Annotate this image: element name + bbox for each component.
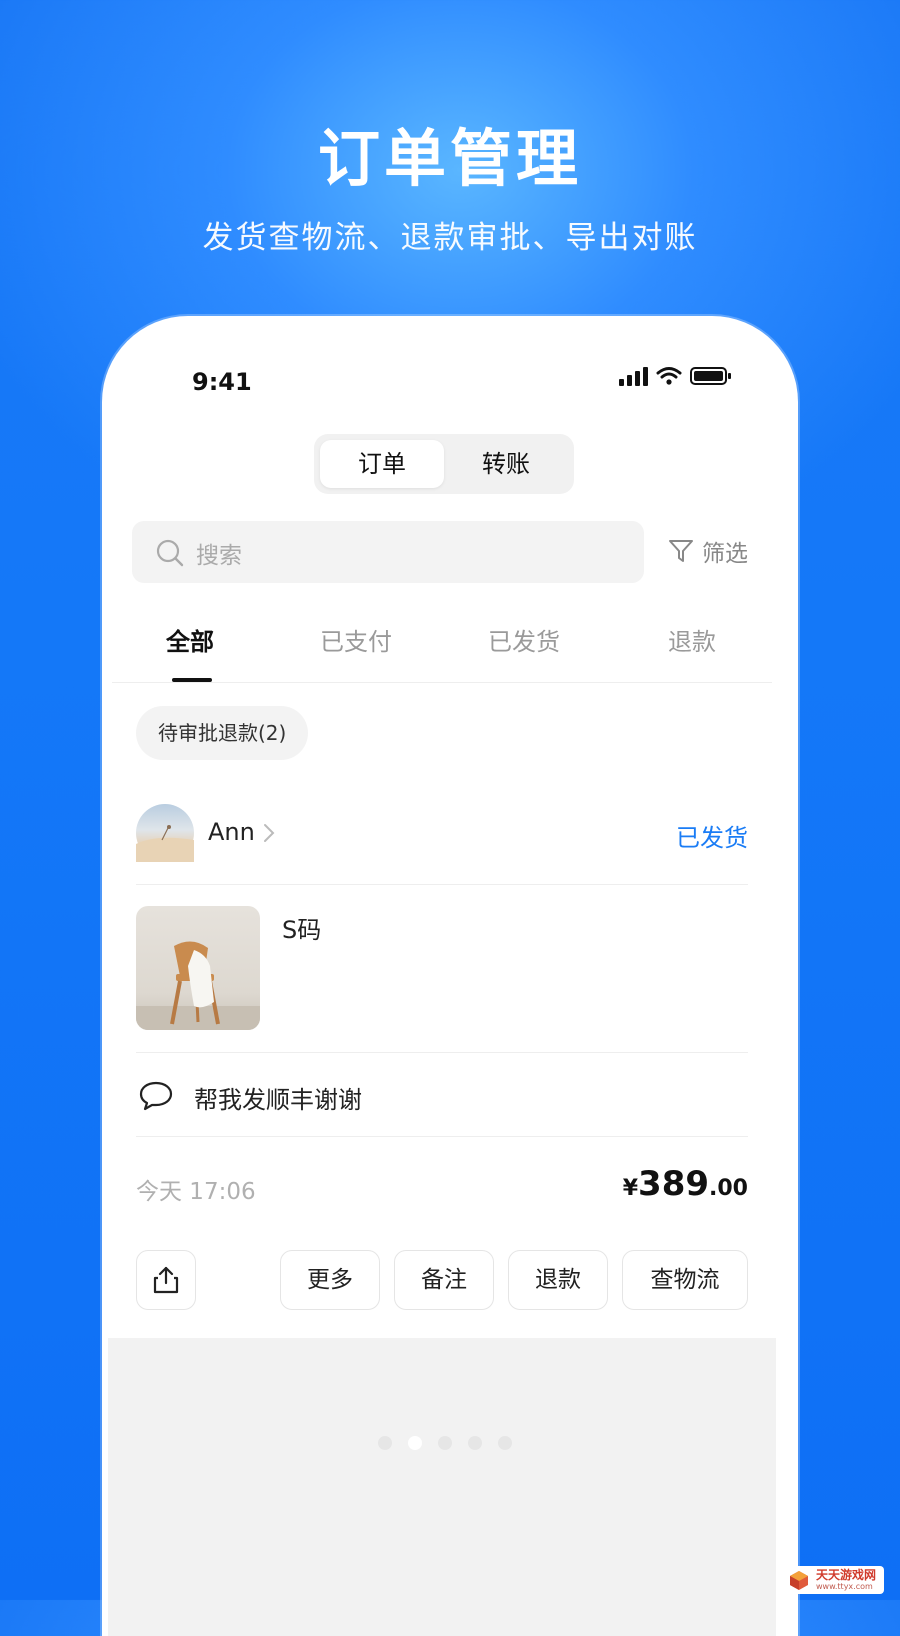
filter-icon xyxy=(669,540,693,562)
carousel-dot[interactable] xyxy=(498,1436,512,1450)
phone-screen: 9:41 订单 转账 搜索 筛选 全部 已支付 已发货 退款 待审批退款(2) … xyxy=(102,316,798,1636)
battery-icon xyxy=(690,367,731,385)
site-watermark: 天天游戏网 www.ttyx.com xyxy=(779,1565,884,1594)
carousel-dot-active[interactable] xyxy=(408,1436,422,1450)
more-button[interactable]: 更多 xyxy=(280,1250,380,1310)
refund-button[interactable]: 退款 xyxy=(508,1250,608,1310)
signal-icon xyxy=(619,366,648,386)
price-decimal: .00 xyxy=(709,1176,748,1201)
carousel-dot[interactable] xyxy=(468,1436,482,1450)
segment-orders[interactable]: 订单 xyxy=(320,440,444,488)
search-input[interactable]: 搜索 xyxy=(132,521,644,583)
status-time: 9:41 xyxy=(192,368,252,396)
buyer-note: 帮我发顺丰谢谢 xyxy=(194,1086,362,1114)
filter-button[interactable]: 筛选 xyxy=(668,534,748,568)
carousel-dots xyxy=(378,1436,512,1450)
segment-transfers[interactable]: 转账 xyxy=(444,440,568,488)
chevron-right-icon xyxy=(264,824,275,842)
order-actions: 更多 备注 退款 查物流 xyxy=(136,1250,748,1310)
segmented-control: 订单 转账 xyxy=(314,434,574,494)
product-spec: S码 xyxy=(282,916,322,944)
tab-paid[interactable]: 已支付 xyxy=(320,622,392,657)
order-time: 今天 17:06 xyxy=(136,1179,256,1205)
hero-subtitle: 发货查物流、退款审批、导出对账 xyxy=(202,220,698,256)
order-status-tabs: 全部 已支付 已发货 退款 xyxy=(112,616,772,683)
share-icon xyxy=(153,1266,179,1294)
product-image[interactable] xyxy=(136,906,260,1030)
price-integer: 389 xyxy=(638,1164,710,1204)
remark-button[interactable]: 备注 xyxy=(394,1250,494,1310)
share-button[interactable] xyxy=(136,1250,196,1310)
status-icons xyxy=(619,366,732,386)
divider xyxy=(136,1052,748,1053)
order-price: ¥389.00 xyxy=(623,1164,748,1204)
search-placeholder: 搜索 xyxy=(196,543,242,569)
tab-active-indicator xyxy=(172,678,212,682)
chat-bubble-icon xyxy=(139,1081,173,1111)
divider xyxy=(136,1136,748,1137)
order-user-row[interactable]: Ann 已发货 xyxy=(136,800,748,885)
avatar xyxy=(136,804,194,862)
search-icon xyxy=(156,539,184,567)
pending-refund-chip[interactable]: 待审批退款(2) xyxy=(136,706,309,760)
watermark-text: 天天游戏网 xyxy=(815,1567,876,1582)
filter-label: 筛选 xyxy=(702,541,748,567)
next-card-preview xyxy=(108,1338,776,1636)
watermark-url: www.ttyx.com xyxy=(815,1582,873,1591)
tab-shipped[interactable]: 已发货 xyxy=(488,622,560,657)
carousel-dot[interactable] xyxy=(378,1436,392,1450)
tab-all[interactable]: 全部 xyxy=(166,622,214,657)
track-shipment-button[interactable]: 查物流 xyxy=(622,1250,748,1310)
carousel-dot[interactable] xyxy=(438,1436,452,1450)
cube-logo-icon xyxy=(789,1570,808,1590)
user-name: Ann xyxy=(208,818,255,846)
wifi-icon xyxy=(656,367,682,385)
hero-title: 订单管理 xyxy=(317,122,582,195)
tab-refund[interactable]: 退款 xyxy=(668,622,716,657)
order-status-label: 已发货 xyxy=(676,824,748,852)
price-currency: ¥ xyxy=(622,1176,639,1201)
